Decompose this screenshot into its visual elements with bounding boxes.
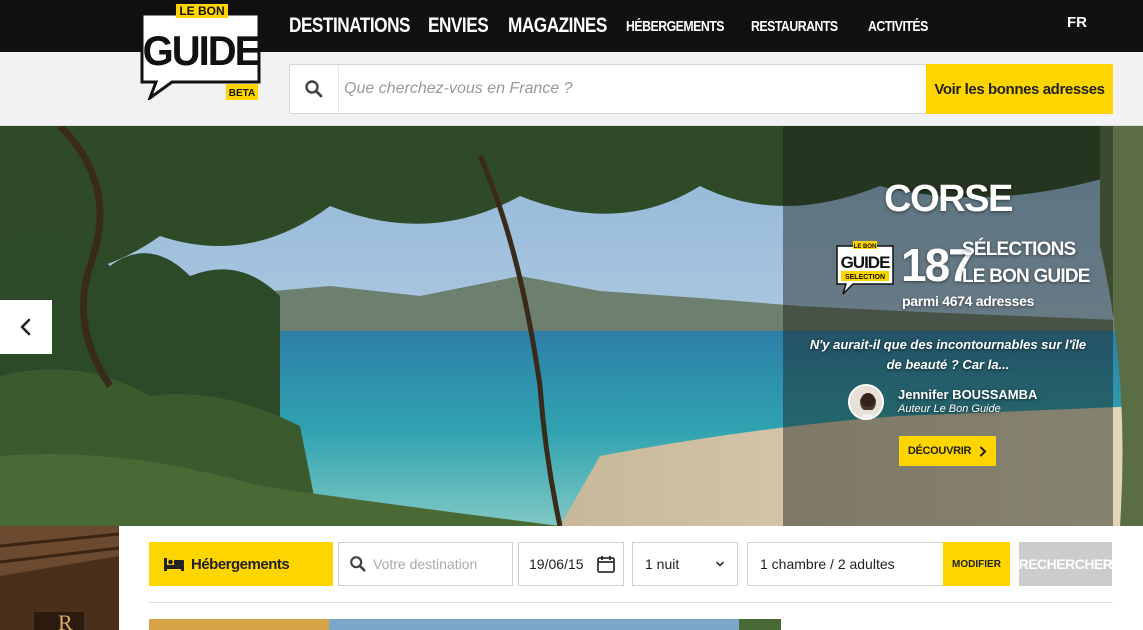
- rooms-guests-value: 1 chambre / 2 adultes: [760, 556, 895, 572]
- badge-line3: SELECTION: [845, 274, 885, 281]
- logo-graphic: LE BON GUIDE BETA: [140, 2, 262, 103]
- search-box: [289, 64, 927, 114]
- nav-item-magazines[interactable]: MAGAZINES: [508, 0, 629, 52]
- rooms-guests-field[interactable]: 1 chambre / 2 adultes: [747, 542, 943, 586]
- addresses-total: parmi 4674 adresses: [902, 293, 1035, 309]
- modify-rooms-button[interactable]: MODIFIER: [943, 542, 1010, 586]
- booking-search-button[interactable]: RECHERCHER: [1019, 542, 1113, 586]
- nav-link-activites[interactable]: ACTIVITÉS: [868, 18, 928, 35]
- search-input[interactable]: [344, 75, 904, 103]
- nav-item-hebergements[interactable]: HÉBERGEMENTS: [626, 0, 745, 52]
- selection-label-line2: LE BON GUIDE: [962, 266, 1090, 287]
- date-value: 19/06/15: [529, 556, 584, 572]
- search-submit-button[interactable]: Voir les bonnes adresses: [926, 64, 1113, 114]
- nav-link-destinations[interactable]: DESTINATIONS: [289, 14, 411, 38]
- nav-item-activites[interactable]: ACTIVITÉS: [868, 0, 941, 52]
- author-name: Jennifer BOUSSAMBA: [898, 387, 1038, 402]
- nav-item-envies[interactable]: ENVIES: [428, 0, 501, 52]
- selection-label-line1: SÉLECTIONS: [962, 239, 1076, 260]
- author-avatar: [848, 384, 884, 420]
- logo-beta-tag: BETA: [229, 88, 255, 99]
- chevron-left-icon: [20, 318, 31, 336]
- accommodation-type-label: Hébergements: [191, 555, 290, 573]
- carousel-prev-button[interactable]: [0, 300, 52, 354]
- side-image: R: [0, 526, 119, 630]
- author-photo: [850, 386, 882, 418]
- language-selector[interactable]: FR: [1067, 14, 1087, 31]
- search-divider: [338, 65, 339, 113]
- bed-icon: [164, 558, 184, 571]
- nav-item-destinations[interactable]: DESTINATIONS: [289, 0, 437, 52]
- destination-field[interactable]: [338, 542, 513, 586]
- destination-panel: CORSE LE BON GUIDE SELECTION 187 SÉLECTI…: [783, 126, 1113, 526]
- chevron-right-icon: [980, 446, 987, 456]
- date-field[interactable]: 19/06/15: [518, 542, 624, 586]
- nav-link-hebergements[interactable]: HÉBERGEMENTS: [626, 18, 724, 35]
- hero-carousel: CORSE LE BON GUIDE SELECTION 187 SÉLECTI…: [0, 126, 1143, 526]
- nav-link-magazines[interactable]: MAGAZINES: [508, 14, 607, 38]
- nav-item-restaurants[interactable]: RESTAURANTS: [751, 0, 857, 52]
- destination-teaser: N'y aurait-il que des incontournables su…: [809, 337, 1087, 372]
- destination-input[interactable]: [373, 556, 503, 572]
- nights-select[interactable]: 1 nuit: [632, 542, 738, 586]
- nights-value: 1 nuit: [645, 556, 680, 572]
- result-thumbnails: [149, 618, 781, 630]
- site-logo[interactable]: LE BON GUIDE BETA: [138, 2, 263, 103]
- search-icon: [350, 556, 366, 572]
- calendar-icon[interactable]: [596, 554, 616, 574]
- logo-line2: GUIDE: [143, 27, 260, 74]
- svg-text:R: R: [58, 610, 73, 630]
- logo-line1: LE BON: [179, 4, 224, 18]
- badge-line1: LE BON: [854, 244, 877, 250]
- author-role: Auteur Le Bon Guide: [898, 403, 1001, 415]
- discover-button[interactable]: DÉCOUVRIR: [899, 436, 996, 466]
- discover-label: DÉCOUVRIR: [907, 445, 972, 457]
- guide-selection-badge: LE BON GUIDE SELECTION: [836, 241, 894, 295]
- booking-search-bar: Hébergements 19/06/15 1 nuit 1 chambre /…: [119, 526, 1143, 630]
- nav-link-restaurants[interactable]: RESTAURANTS: [751, 18, 838, 35]
- badge-line2: GUIDE: [841, 253, 891, 272]
- chevron-down-icon: [715, 561, 725, 567]
- search-icon: [305, 80, 323, 98]
- hotel-facade-photo: R: [0, 526, 119, 630]
- thumbnail-strip: [149, 619, 781, 630]
- booking-divider: [149, 602, 1113, 603]
- destination-title: CORSE: [884, 178, 1013, 220]
- nav-link-envies[interactable]: ENVIES: [428, 14, 489, 38]
- accommodation-type-selector[interactable]: Hébergements: [149, 542, 333, 586]
